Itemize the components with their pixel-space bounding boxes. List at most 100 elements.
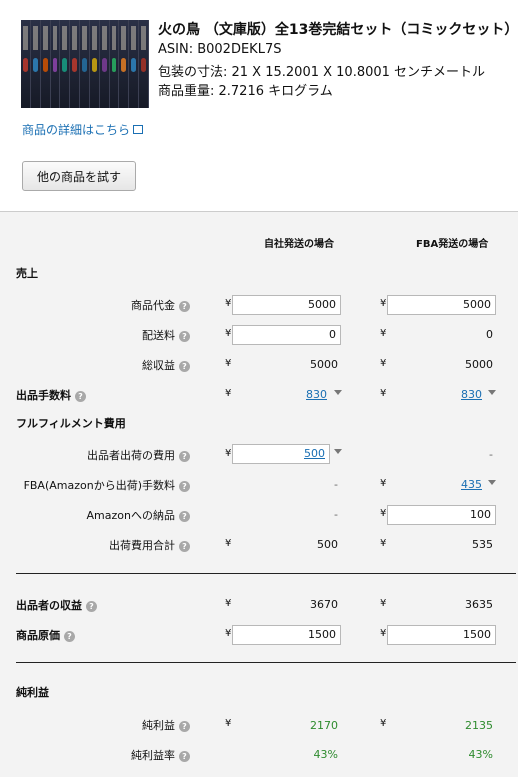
item-price-label: 商品代金 — [131, 299, 175, 312]
fba-net-profit-value: 2135 — [465, 719, 493, 732]
self-cost-input[interactable]: 1500 — [232, 625, 341, 645]
currency-symbol: ¥ — [380, 298, 387, 309]
fba-shipping-value: 0 — [486, 328, 493, 341]
section-fulfillment: フルフィルメント費用 — [16, 417, 126, 430]
row-label-net-margin: 純利益率? — [131, 747, 190, 763]
inbound-label: Amazonへの納品 — [86, 509, 175, 522]
fba-fee-link[interactable]: 435 — [461, 478, 482, 491]
currency-symbol: ¥ — [225, 328, 232, 339]
product-detail-link[interactable]: 商品の詳細はこちら — [22, 121, 144, 138]
selling-fee-label: 出品手数料 — [16, 389, 71, 402]
currency-symbol: ¥ — [225, 448, 232, 459]
product-title: 火の鳥 （文庫版）全13巻完結セット（コミックセット） — [158, 22, 518, 38]
self-seller-proceeds-value: 3670 — [310, 598, 338, 611]
product-weight: 商品重量: 2.7216 キログラム — [158, 84, 333, 99]
self-shipping-input[interactable]: 0 — [232, 325, 341, 345]
row-label-fba-fee: FBA(Amazonから出荷)手数料? — [24, 477, 190, 493]
seller-proceeds-label: 出品者の収益 — [16, 599, 82, 612]
try-other-product-button[interactable]: 他の商品を試す — [22, 161, 136, 191]
currency-symbol: ¥ — [225, 298, 232, 309]
fba-ship-total-value: 535 — [472, 538, 493, 551]
currency-symbol: ¥ — [225, 718, 232, 729]
cost-label: 商品原価 — [16, 629, 60, 642]
self-item-price-input[interactable]: 5000 — [232, 295, 341, 315]
column-header-fba: FBA発送の場合 — [416, 239, 489, 250]
row-label-cost: 商品原価? — [16, 627, 75, 643]
section-net-profit: 純利益 — [16, 686, 49, 699]
self-net-profit-value: 2170 — [310, 719, 338, 732]
currency-symbol: ¥ — [380, 508, 387, 519]
row-label-net-profit: 純利益? — [142, 717, 190, 733]
currency-symbol: ¥ — [380, 718, 387, 729]
section-sales: 売上 — [16, 267, 38, 280]
seller-shipping-label: 出品者出荷の費用 — [87, 449, 175, 462]
self-selling-fee-link[interactable]: 830 — [306, 388, 327, 401]
column-header-self-ship: 自社発送の場合 — [264, 239, 334, 250]
net-margin-label: 純利益率 — [131, 749, 175, 762]
row-label-inbound: Amazonへの納品? — [87, 507, 190, 523]
external-link-icon — [133, 125, 144, 134]
net-profit-label: 純利益 — [142, 719, 175, 732]
product-dimensions: 包装の寸法: 21 X 15.2001 X 10.8001 センチメートル — [158, 65, 486, 80]
help-icon[interactable]: ? — [179, 540, 190, 552]
product-asin: ASIN: B002DEKL7S — [158, 42, 282, 57]
help-icon[interactable]: ? — [179, 720, 190, 732]
currency-symbol: ¥ — [225, 538, 232, 549]
currency-symbol: ¥ — [225, 598, 232, 609]
help-icon[interactable]: ? — [179, 750, 190, 762]
row-label-item-price: 商品代金? — [131, 297, 190, 313]
row-label-seller-shipping: 出品者出荷の費用? — [87, 447, 190, 463]
help-icon[interactable]: ? — [86, 600, 97, 612]
chevron-down-icon[interactable] — [334, 390, 342, 395]
chevron-down-icon[interactable] — [334, 449, 342, 454]
fba-selling-fee-link[interactable]: 830 — [461, 388, 482, 401]
currency-symbol: ¥ — [380, 358, 387, 369]
product-detail-link-label: 商品の詳細はこちら — [22, 123, 131, 137]
currency-symbol: ¥ — [380, 538, 387, 549]
fba-net-margin-value: 43% — [468, 748, 493, 761]
divider — [16, 573, 516, 574]
help-icon[interactable]: ? — [75, 390, 86, 402]
help-icon[interactable]: ? — [179, 510, 190, 522]
currency-symbol: ¥ — [225, 358, 232, 369]
fba-seller-shipping-value: - — [489, 448, 493, 461]
fba-gross-value: 5000 — [465, 358, 493, 371]
self-inbound-value: - — [334, 508, 338, 521]
currency-symbol: ¥ — [380, 628, 387, 639]
self-fba-fee-value: - — [334, 478, 338, 491]
product-cover-image — [21, 20, 149, 108]
ship-total-label: 出荷費用合計 — [109, 539, 175, 552]
chevron-down-icon[interactable] — [488, 480, 496, 485]
help-icon[interactable]: ? — [179, 300, 190, 312]
row-label-seller-proceeds: 出品者の収益? — [16, 597, 97, 613]
help-icon[interactable]: ? — [64, 630, 75, 642]
fba-inbound-input[interactable]: 100 — [387, 505, 496, 525]
help-icon[interactable]: ? — [179, 330, 190, 342]
currency-symbol: ¥ — [380, 478, 387, 489]
help-icon[interactable]: ? — [179, 450, 190, 462]
help-icon[interactable]: ? — [179, 360, 190, 372]
row-label-gross: 総収益? — [142, 357, 190, 373]
divider — [16, 662, 516, 663]
self-seller-shipping-input[interactable]: 500 — [232, 444, 330, 464]
row-label-shipping: 配送料? — [142, 327, 190, 343]
help-icon[interactable]: ? — [179, 480, 190, 492]
self-net-margin-value: 43% — [313, 748, 338, 761]
currency-symbol: ¥ — [225, 628, 232, 639]
fba-seller-proceeds-value: 3635 — [465, 598, 493, 611]
shipping-label: 配送料 — [142, 329, 175, 342]
currency-symbol: ¥ — [380, 598, 387, 609]
currency-symbol: ¥ — [380, 328, 387, 339]
currency-symbol: ¥ — [380, 388, 387, 399]
self-ship-total-value: 500 — [317, 538, 338, 551]
fba-fee-label: FBA(Amazonから出荷)手数料 — [23, 479, 175, 492]
self-seller-shipping-value[interactable]: 500 — [304, 447, 325, 460]
row-label-ship-total: 出荷費用合計? — [109, 537, 190, 553]
currency-symbol: ¥ — [225, 388, 232, 399]
chevron-down-icon[interactable] — [488, 390, 496, 395]
fba-item-price-input[interactable]: 5000 — [387, 295, 496, 315]
row-label-selling-fee: 出品手数料? — [16, 387, 86, 403]
gross-label: 総収益 — [142, 359, 175, 372]
fba-cost-input[interactable]: 1500 — [387, 625, 496, 645]
self-gross-value: 5000 — [310, 358, 338, 371]
